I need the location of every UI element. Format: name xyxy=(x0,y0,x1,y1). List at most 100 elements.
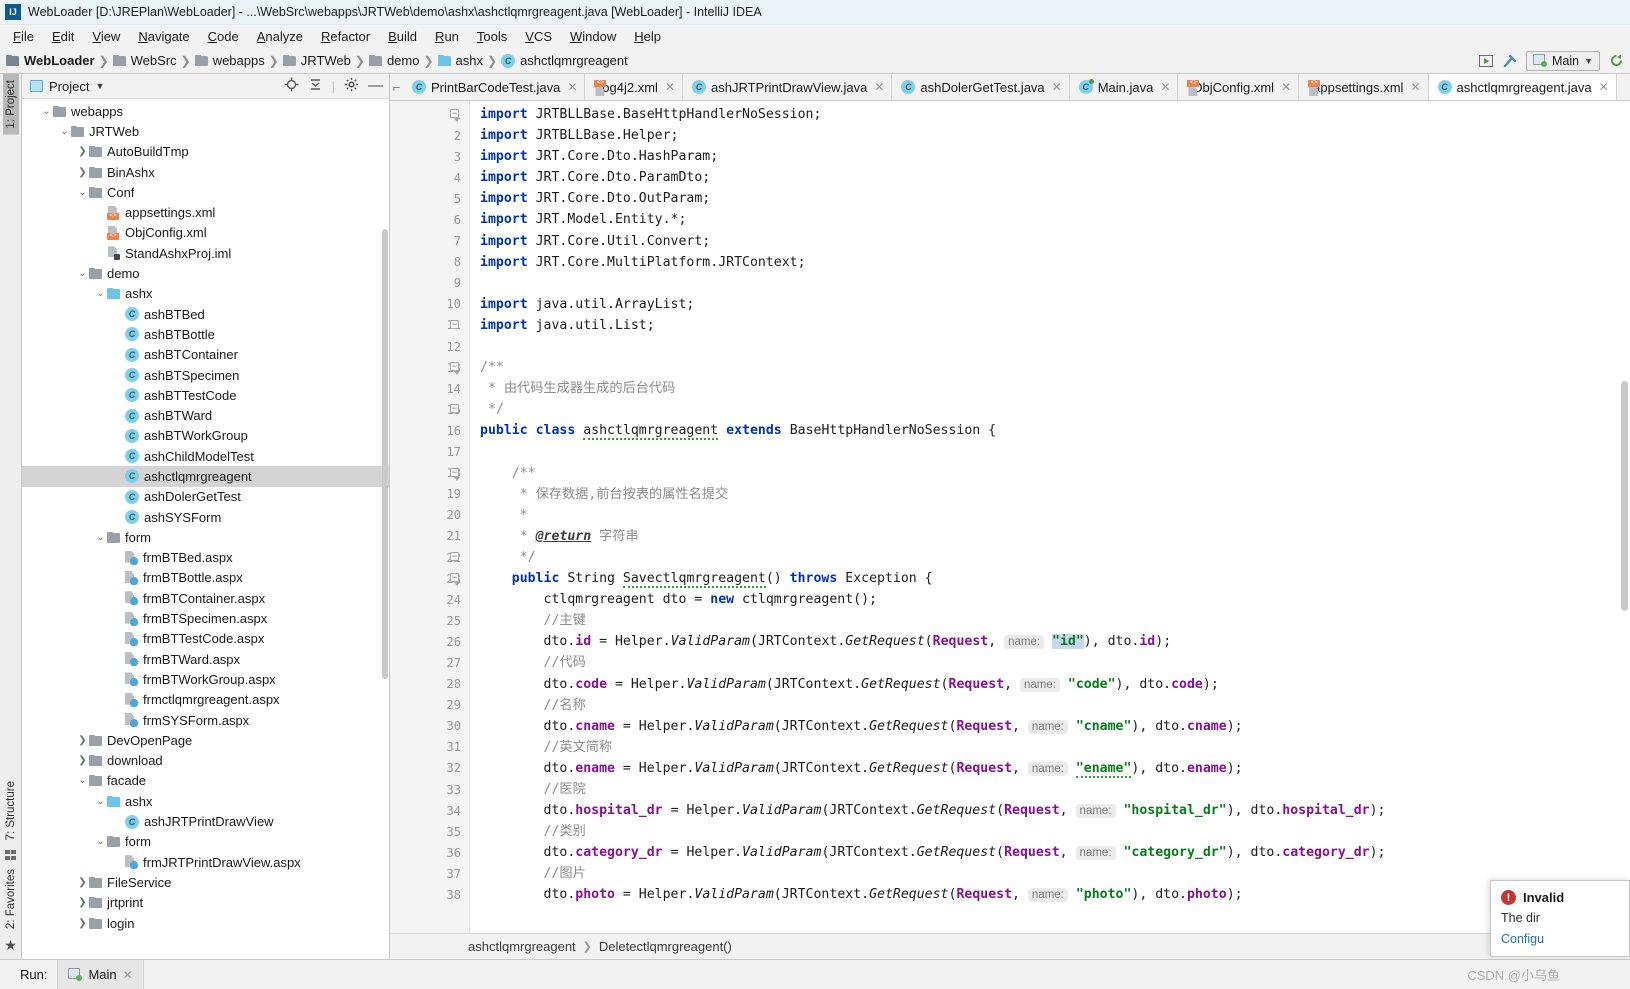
build-hammer-icon[interactable] xyxy=(1502,53,1518,69)
tree-item[interactable]: CashBTBed xyxy=(22,304,389,324)
menu-item-file[interactable]: File xyxy=(4,27,43,46)
chevron-right-icon[interactable]: ❯ xyxy=(76,876,89,889)
tree-item[interactable]: frmBTWard.aspx xyxy=(22,649,389,669)
tree-item[interactable]: ⌄ ashx xyxy=(22,284,389,304)
tree-item[interactable]: CashBTWard xyxy=(22,405,389,425)
close-icon[interactable]: ✕ xyxy=(665,80,675,94)
close-icon[interactable]: ✕ xyxy=(1160,80,1170,94)
close-icon[interactable]: ✕ xyxy=(1281,80,1291,94)
tree-item[interactable]: ⌄ form xyxy=(22,832,389,852)
chevron-down-icon[interactable]: ⌄ xyxy=(76,774,89,787)
tab-list-icon[interactable]: ⌐ xyxy=(390,74,403,100)
tree-item[interactable]: CashBTWorkGroup xyxy=(22,426,389,446)
chevron-down-icon[interactable]: ⌄ xyxy=(94,795,107,808)
tree-item[interactable]: appsettings.xml xyxy=(22,202,389,222)
tree-scrollbar[interactable] xyxy=(382,229,388,679)
tree-item[interactable]: frmJRTPrintDrawView.aspx xyxy=(22,852,389,872)
code-content[interactable]: import JRTBLLBase.BaseHttpHandlerNoSessi… xyxy=(470,101,1630,933)
breadcrumb-method[interactable]: Deletectlqmrgreagent() xyxy=(599,939,732,954)
tree-item[interactable]: ⌄ ashx xyxy=(22,791,389,811)
tree-item[interactable]: ⌄ facade xyxy=(22,771,389,791)
editor-tab[interactable]: ObjConfig.xml ✕ xyxy=(1178,74,1300,100)
tree-item[interactable]: CashBTSpecimen xyxy=(22,365,389,385)
breadcrumb-item-webloader[interactable]: WebLoader xyxy=(6,53,95,68)
editor-tab[interactable]: C PrintBarCodeTest.java ✕ xyxy=(403,74,586,100)
chevron-down-icon[interactable]: ⌄ xyxy=(76,267,89,280)
chevron-right-icon[interactable]: ❯ xyxy=(76,754,89,767)
tree-item[interactable]: ⌄ form xyxy=(22,527,389,547)
tree-item[interactable]: ⌄ webapps xyxy=(22,101,389,121)
close-icon[interactable]: ✕ xyxy=(874,80,884,94)
chevron-down-icon[interactable]: ⌄ xyxy=(76,186,89,199)
chevron-down-icon[interactable]: ▼ xyxy=(95,81,104,91)
collapse-all-icon[interactable] xyxy=(308,77,323,95)
fold-toggle-icon[interactable]: − xyxy=(450,467,461,481)
tree-item[interactable]: ❯ DevOpenPage xyxy=(22,730,389,750)
fold-toggle-icon[interactable]: − xyxy=(450,362,461,376)
tree-item[interactable]: frmBTWorkGroup.aspx xyxy=(22,669,389,689)
chevron-down-icon[interactable]: ⌄ xyxy=(94,531,107,544)
tree-item[interactable]: CashDolerGetTest xyxy=(22,487,389,507)
close-icon[interactable]: ✕ xyxy=(1410,80,1420,94)
tree-item[interactable]: StandAshxProj.iml xyxy=(22,243,389,263)
tree-item[interactable]: ❯ login xyxy=(22,913,389,933)
chevron-right-icon[interactable]: ❯ xyxy=(76,734,89,747)
editor-scrollbar[interactable] xyxy=(1621,381,1628,611)
chevron-right-icon[interactable]: ❯ xyxy=(76,896,89,909)
fold-toggle-icon[interactable]: − xyxy=(450,552,461,563)
tree-item[interactable]: ❯ FileService xyxy=(22,872,389,892)
editor-tab[interactable]: log4j2.xml ✕ xyxy=(585,74,683,100)
menu-item-build[interactable]: Build xyxy=(379,27,426,46)
tree-item[interactable]: CashChildModelTest xyxy=(22,446,389,466)
tree-item[interactable]: ❯ AutoBuildTmp xyxy=(22,142,389,162)
tree-item[interactable]: ⌄ JRTWeb xyxy=(22,121,389,141)
fold-toggle-icon[interactable]: − xyxy=(450,320,461,331)
gear-icon[interactable] xyxy=(344,77,359,95)
tree-item[interactable]: frmctlqmrgreagent.aspx xyxy=(22,690,389,710)
sidebar-item-favorites[interactable]: 2: Favorites xyxy=(3,863,19,935)
menu-item-vcs[interactable]: VCS xyxy=(516,27,561,46)
close-icon[interactable]: ✕ xyxy=(123,968,133,982)
tree-item[interactable]: CashBTBottle xyxy=(22,324,389,344)
tree-item[interactable]: frmBTTestCode.aspx xyxy=(22,629,389,649)
tree-item[interactable]: ❯ download xyxy=(22,751,389,771)
notification-action-link[interactable]: Configu xyxy=(1501,932,1619,946)
breadcrumb-item-websrc[interactable]: WebSrc xyxy=(112,53,177,68)
project-tree[interactable]: ⌄ webapps ⌄ JRTWeb ❯ AutoBuildTmp ❯ BinAshx ⌄ Con… xyxy=(22,99,389,959)
menu-item-code[interactable]: Code xyxy=(199,27,248,46)
menu-item-navigate[interactable]: Navigate xyxy=(129,27,198,46)
hide-panel-icon[interactable]: — xyxy=(368,78,383,93)
tree-item[interactable]: frmBTContainer.aspx xyxy=(22,588,389,608)
breadcrumb-item-jrtweb[interactable]: JRTWeb xyxy=(282,53,351,68)
fold-toggle-icon[interactable]: − xyxy=(450,404,461,415)
menu-item-analyze[interactable]: Analyze xyxy=(248,27,312,46)
tree-item[interactable]: frmSYSForm.aspx xyxy=(22,710,389,730)
locate-target-icon[interactable] xyxy=(284,77,299,95)
menu-item-refactor[interactable]: Refactor xyxy=(312,27,379,46)
tree-item[interactable]: CashJRTPrintDrawView xyxy=(22,811,389,831)
tree-item[interactable]: ⌄ demo xyxy=(22,263,389,283)
editor-tab[interactable]: CashJRTPrintDrawView.java ✕ xyxy=(683,74,893,100)
chevron-right-icon[interactable]: ❯ xyxy=(76,166,89,179)
run-tab-main[interactable]: Main ✕ xyxy=(57,960,144,989)
menu-item-window[interactable]: Window xyxy=(561,27,625,46)
menu-item-help[interactable]: Help xyxy=(625,27,670,46)
breadcrumb-item-ashx[interactable]: ashx xyxy=(437,53,483,68)
menu-item-view[interactable]: View xyxy=(83,27,129,46)
preview-icon[interactable] xyxy=(1478,53,1494,69)
tree-item[interactable]: frmBTSpecimen.aspx xyxy=(22,608,389,628)
chevron-down-icon[interactable]: ⌄ xyxy=(58,125,71,138)
tree-item[interactable]: ❯ jrtprint xyxy=(22,893,389,913)
editor-tab[interactable]: appsettings.xml ✕ xyxy=(1299,74,1429,100)
chevron-right-icon[interactable]: ❯ xyxy=(76,917,89,930)
close-icon[interactable]: ✕ xyxy=(1599,80,1609,94)
tree-item[interactable]: frmBTBed.aspx xyxy=(22,548,389,568)
close-icon[interactable]: ✕ xyxy=(567,80,577,94)
chevron-down-icon[interactable]: ⌄ xyxy=(40,105,53,118)
editor-tab[interactable]: CashDolerGetTest.java ✕ xyxy=(892,74,1070,100)
editor-gutter[interactable]: −−−−−−− 12345678910111213141516171819202… xyxy=(390,101,470,933)
notification-popup[interactable]: ! Invalid The dir Configu xyxy=(1490,880,1630,957)
breadcrumb-item-demo[interactable]: demo xyxy=(368,53,419,68)
breadcrumb-item-ashctlqmrgreagent[interactable]: Cashctlqmrgreagent xyxy=(501,53,628,68)
menu-item-run[interactable]: Run xyxy=(426,27,468,46)
